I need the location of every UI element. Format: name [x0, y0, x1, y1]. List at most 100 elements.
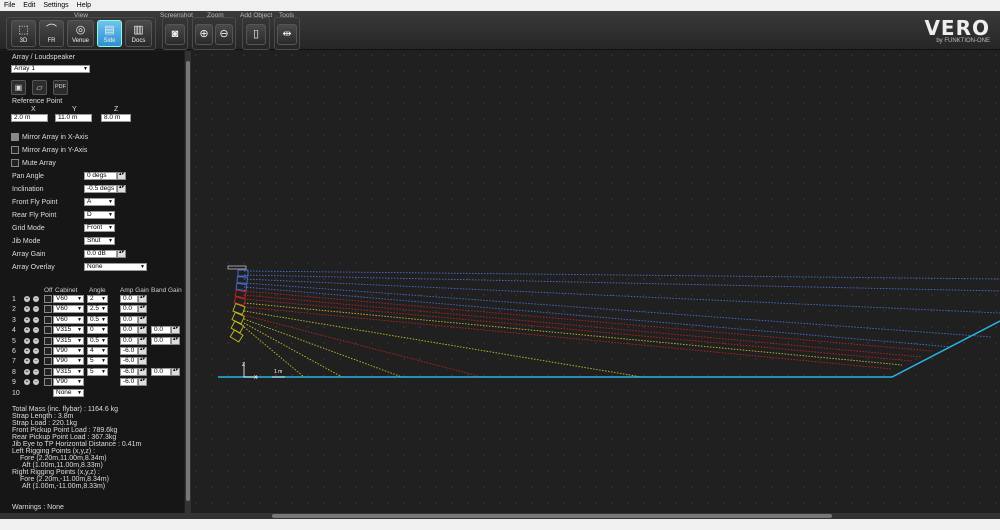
- ref-z-input[interactable]: 8.0 m: [101, 114, 131, 122]
- add-cabinet-button[interactable]: +: [24, 306, 30, 313]
- remove-cabinet-button[interactable]: −: [33, 358, 39, 365]
- amp-gain-input[interactable]: 0.0: [120, 315, 138, 324]
- menu-settings[interactable]: Settings: [43, 2, 68, 9]
- amp-gain-stepper[interactable]: ▴▾: [138, 378, 147, 387]
- band-gain-stepper[interactable]: ▴▾: [171, 367, 180, 376]
- off-checkbox[interactable]: [44, 315, 52, 324]
- jib-mode-select[interactable]: Shut ▼: [84, 237, 115, 245]
- measure-tool-button[interactable]: ⇹: [277, 24, 297, 45]
- open-button[interactable]: ▱: [32, 80, 47, 95]
- remove-cabinet-button[interactable]: −: [33, 296, 39, 302]
- menu-file[interactable]: File: [4, 2, 15, 9]
- pdf-button[interactable]: PDF: [53, 80, 68, 95]
- mirror-y-checkbox[interactable]: [11, 146, 19, 154]
- cabinet-select[interactable]: V60 ▼: [53, 295, 84, 303]
- angle-select[interactable]: 2.5 ▼: [87, 305, 108, 314]
- array-overlay-select[interactable]: None ▼: [84, 263, 147, 271]
- cabinet-select[interactable]: V90 ▼: [53, 347, 84, 355]
- amp-gain-stepper[interactable]: ▴▾: [138, 315, 147, 324]
- side-view-canvas[interactable]: Z X 1 m: [192, 51, 1000, 513]
- add-cabinet-button[interactable]: +: [24, 296, 30, 302]
- menu-edit[interactable]: Edit: [23, 2, 35, 9]
- mute-array-checkbox[interactable]: [11, 159, 19, 167]
- amp-gain-stepper[interactable]: ▴▾: [138, 326, 147, 335]
- view-venue-button[interactable]: ◎ Venue: [67, 20, 94, 47]
- remove-cabinet-button[interactable]: −: [33, 348, 39, 354]
- band-gain-stepper[interactable]: ▴▾: [171, 336, 180, 345]
- menu-help[interactable]: Help: [77, 2, 91, 9]
- front-fly-select[interactable]: A ▼: [84, 198, 115, 206]
- amp-gain-input[interactable]: 0.0: [120, 305, 138, 314]
- view-docs-button[interactable]: ▥ Docs: [125, 20, 152, 47]
- angle-select[interactable]: 0.5 ▼: [87, 315, 108, 324]
- add-cabinet-button[interactable]: +: [24, 327, 30, 334]
- off-checkbox[interactable]: [44, 336, 52, 345]
- grid-mode-select[interactable]: Front ▼: [84, 224, 115, 232]
- amp-gain-stepper[interactable]: ▴▾: [138, 347, 147, 355]
- add-cabinet-button[interactable]: +: [24, 337, 30, 344]
- amp-gain-input[interactable]: -6.0: [120, 378, 138, 387]
- amp-gain-stepper[interactable]: ▴▾: [138, 305, 147, 314]
- mirror-x-checkbox[interactable]: [11, 133, 19, 141]
- amp-gain-input[interactable]: -6.0: [120, 347, 138, 355]
- ref-x-input[interactable]: 2.0 m: [11, 114, 48, 122]
- angle-select[interactable]: 0 ▼: [87, 326, 108, 335]
- inclination-input[interactable]: -0.5 degs: [84, 185, 117, 193]
- inclination-stepper[interactable]: ▴▾: [117, 185, 126, 193]
- band-gain-input[interactable]: 0.0: [151, 336, 171, 345]
- scroll-thumb[interactable]: [186, 61, 190, 501]
- cabinet-select[interactable]: V315 ▼: [53, 336, 84, 345]
- remove-cabinet-button[interactable]: −: [33, 316, 39, 323]
- angle-select[interactable]: 0.5 ▼: [87, 336, 108, 345]
- pan-angle-stepper[interactable]: ▴▾: [117, 172, 126, 180]
- view-fr-button[interactable]: ⌒ FR: [39, 20, 64, 47]
- off-checkbox[interactable]: [44, 305, 52, 314]
- amp-gain-input[interactable]: -6.0: [120, 367, 138, 376]
- band-gain-input[interactable]: 0.0: [151, 367, 171, 376]
- add-cabinet-button[interactable]: +: [24, 348, 30, 354]
- add-cabinet-button[interactable]: +: [24, 379, 30, 386]
- ref-y-input[interactable]: 11.0 m: [55, 114, 92, 122]
- array-gain-stepper[interactable]: ▴▾: [117, 250, 126, 258]
- remove-cabinet-button[interactable]: −: [33, 306, 39, 313]
- add-cabinet-button[interactable]: +: [24, 368, 30, 375]
- remove-cabinet-button[interactable]: −: [33, 368, 39, 375]
- amp-gain-stepper[interactable]: ▴▾: [138, 336, 147, 345]
- band-gain-input[interactable]: 0.0: [151, 326, 171, 335]
- remove-cabinet-button[interactable]: −: [33, 379, 39, 386]
- zoom-out-button[interactable]: ⊖: [215, 24, 233, 45]
- screenshot-button[interactable]: ◙: [165, 24, 185, 45]
- amp-gain-input[interactable]: -6.0: [120, 357, 138, 366]
- side-view-drawing[interactable]: Z X 1 m: [192, 51, 1000, 513]
- cabinet-select[interactable]: V60 ▼: [53, 315, 84, 324]
- amp-gain-input[interactable]: 0.0: [120, 295, 138, 303]
- band-gain-stepper[interactable]: ▴▾: [171, 326, 180, 335]
- canvas-scroll-thumb[interactable]: [272, 514, 832, 518]
- save-button[interactable]: ▣: [11, 80, 26, 95]
- add-cabinet-button[interactable]: +: [24, 358, 30, 365]
- angle-select[interactable]: 2 ▼: [87, 295, 108, 303]
- array-select[interactable]: Array 1 ▼: [11, 65, 90, 73]
- off-checkbox[interactable]: [44, 367, 52, 376]
- add-cabinet-button[interactable]: +: [24, 316, 30, 323]
- cabinet-select[interactable]: V90 ▼: [53, 378, 84, 387]
- amp-gain-stepper[interactable]: ▴▾: [138, 367, 147, 376]
- angle-select[interactable]: 5 ▼: [87, 367, 108, 376]
- cabinet-select[interactable]: V315 ▼: [53, 367, 84, 376]
- remove-cabinet-button[interactable]: −: [33, 337, 39, 344]
- amp-gain-input[interactable]: 0.0: [120, 336, 138, 345]
- cabinet-select[interactable]: V60 ▼: [53, 305, 84, 314]
- cabinet-select[interactable]: None ▼: [53, 388, 84, 397]
- add-object-button[interactable]: ▯: [246, 24, 266, 45]
- amp-gain-input[interactable]: 0.0: [120, 326, 138, 335]
- off-checkbox[interactable]: [44, 326, 52, 335]
- off-checkbox[interactable]: [44, 378, 52, 387]
- cabinet-select[interactable]: V90 ▼: [53, 357, 84, 366]
- amp-gain-stepper[interactable]: ▴▾: [138, 295, 147, 303]
- array-gain-input[interactable]: 0.0 dB: [84, 250, 117, 258]
- angle-select[interactable]: 5 ▼: [87, 357, 108, 366]
- amp-gain-stepper[interactable]: ▴▾: [138, 357, 147, 366]
- pan-angle-input[interactable]: 0 degs: [84, 172, 117, 180]
- angle-select[interactable]: 4 ▼: [87, 347, 108, 355]
- view-3d-button[interactable]: ⬚ 3D: [11, 20, 36, 47]
